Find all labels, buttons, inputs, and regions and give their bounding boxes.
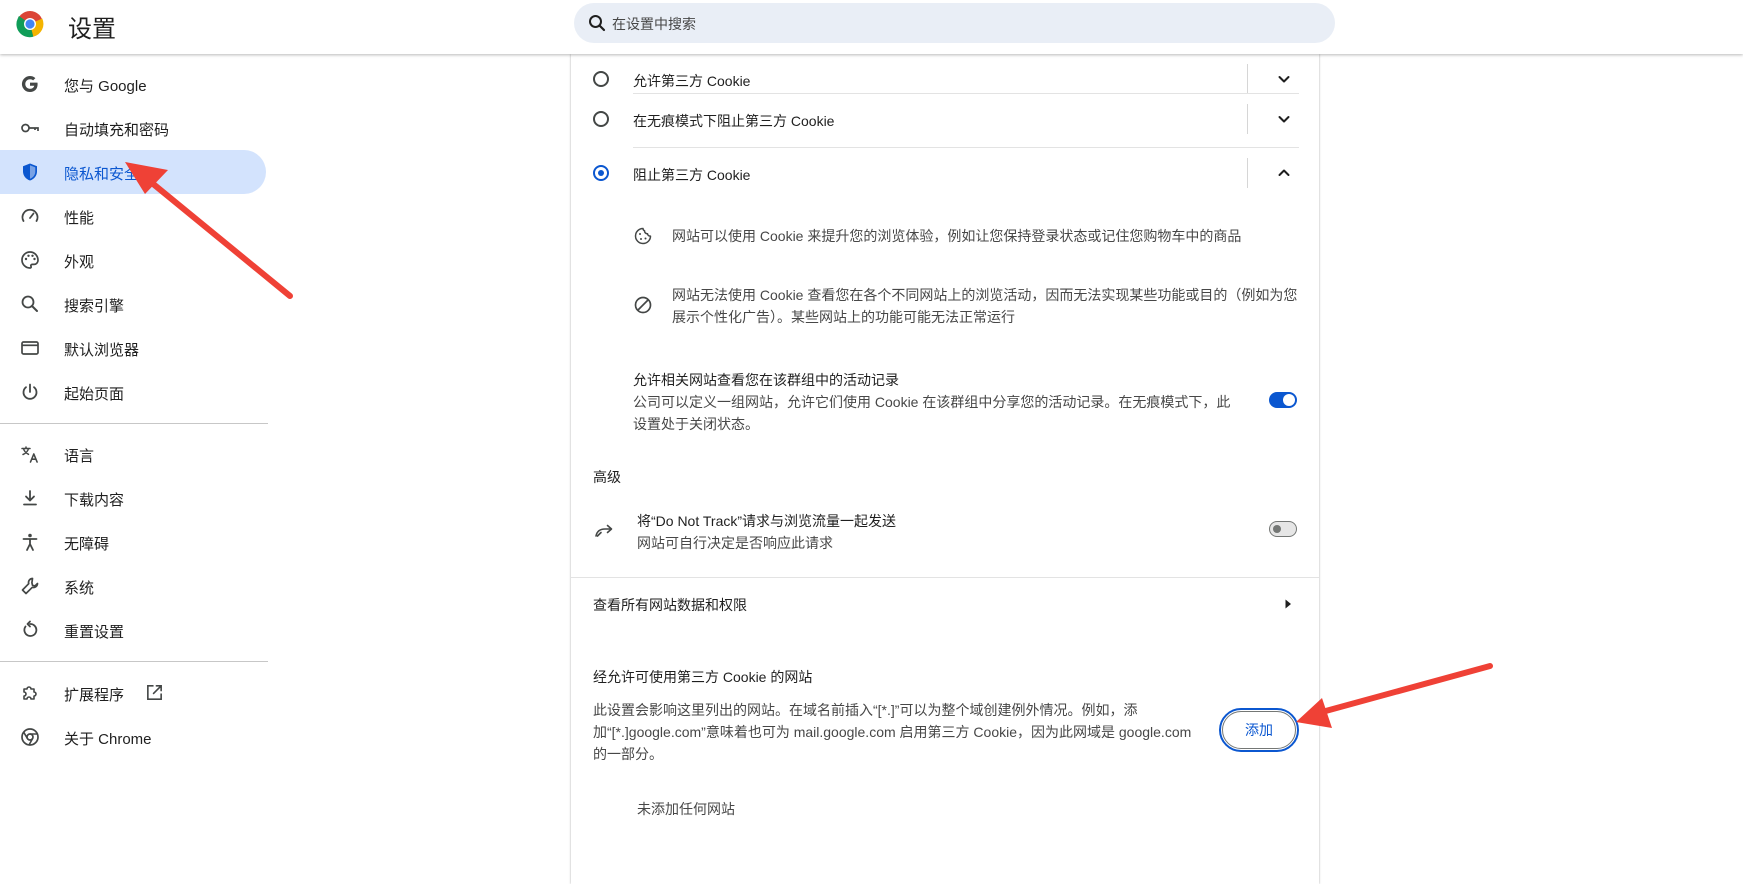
sidebar-item-you-and-google[interactable]: 您与 Google xyxy=(0,62,266,106)
google-g-icon xyxy=(21,75,38,93)
download-icon xyxy=(23,490,37,506)
chevron-up-icon[interactable] xyxy=(1277,166,1291,180)
cookies-settings-card: 允许第三方 Cookie 在无痕模式下阻止第三方 Cookie 阻止第三方 Co… xyxy=(571,54,1319,884)
sidebar-item-label: 性能 xyxy=(64,210,95,227)
open-in-new-icon xyxy=(147,685,162,700)
sidebar-item-on-startup[interactable]: 起始页面 xyxy=(0,370,266,414)
sidebar-item-label: 隐私和安全 xyxy=(64,166,140,183)
cookie-option-label: 阻止第三方 Cookie xyxy=(633,167,751,183)
search-icon xyxy=(21,295,38,312)
power-icon xyxy=(22,383,38,400)
shield-icon xyxy=(23,163,37,181)
dnt-toggle[interactable] xyxy=(1269,521,1297,537)
sidebar-item-downloads[interactable]: 下载内容 xyxy=(0,476,266,520)
divider xyxy=(1247,158,1248,188)
add-site-button[interactable]: 添加 xyxy=(1219,708,1299,752)
key-icon xyxy=(21,123,39,133)
arrow-right-icon xyxy=(1285,599,1291,609)
divider xyxy=(1247,64,1248,94)
search-icon xyxy=(589,15,606,32)
sidebar-item-about-chrome[interactable]: 关于 Chrome xyxy=(0,715,266,759)
sidebar-item-label: 语言 xyxy=(64,448,95,465)
sidebar-nav: 您与 Google 自动填充和密码 隐私和安全 性能 外观 搜索引擎 默认浏览器… xyxy=(0,54,268,884)
speedometer-icon xyxy=(21,208,39,222)
related-sites-toggle[interactable] xyxy=(1269,392,1297,408)
divider xyxy=(1247,104,1248,134)
sidebar-item-label: 关于 Chrome xyxy=(64,731,152,748)
radio-button-selected[interactable] xyxy=(593,165,609,181)
reset-icon xyxy=(23,620,38,637)
sidebar-divider xyxy=(0,423,268,424)
cookie-option-block-third-party[interactable]: 阻止第三方 Cookie xyxy=(571,148,1319,201)
sidebar-divider xyxy=(0,661,268,662)
settings-header: 设置 xyxy=(0,0,1743,54)
sidebar-item-label: 重置设置 xyxy=(64,624,125,641)
advanced-heading: 高级 xyxy=(593,469,621,485)
sidebar-item-label: 默认浏览器 xyxy=(64,342,140,359)
sidebar-item-label: 起始页面 xyxy=(64,386,125,403)
browser-window-icon xyxy=(21,341,39,355)
chevron-down-icon[interactable] xyxy=(1277,72,1291,86)
sidebar-item-autofill[interactable]: 自动填充和密码 xyxy=(0,106,266,150)
wrench-icon xyxy=(21,577,39,595)
sidebar-item-default-browser[interactable]: 默认浏览器 xyxy=(0,326,266,370)
search-input[interactable] xyxy=(610,3,1314,45)
sidebar-item-privacy[interactable]: 隐私和安全 xyxy=(0,150,266,194)
related-sites-description: 公司可以定义一组网站，允许它们使用 Cookie 在该群组中分享您的活动记录。在… xyxy=(633,394,1231,432)
radio-button[interactable] xyxy=(593,111,609,127)
cookie-icon xyxy=(634,227,652,245)
allowed-sites-heading: 经允许可使用第三方 Cookie 的网站 xyxy=(593,669,813,685)
page-title: 设置 xyxy=(68,16,116,43)
sidebar-item-label: 您与 Google xyxy=(64,78,147,95)
sidebar-item-label: 无障碍 xyxy=(64,536,110,553)
annotation-arrow-right xyxy=(1296,663,1493,728)
puzzle-icon xyxy=(23,686,37,700)
cookie-detail-text: 网站无法使用 Cookie 查看您在各个不同网站上的浏览活动，因而无法实现某些功… xyxy=(672,287,1298,325)
dnt-title: 将“Do Not Track”请求与浏览流量一起发送 xyxy=(637,513,897,529)
dnt-description: 网站可自行决定是否响应此请求 xyxy=(637,535,833,551)
search-box[interactable] xyxy=(574,3,1335,45)
cookie-detail-text: 网站可以使用 Cookie 来提升您的浏览体验，例如让您保持登录状态或记住您购物… xyxy=(672,228,1242,244)
cookie-option-label: 在无痕模式下阻止第三方 Cookie xyxy=(633,113,835,129)
sidebar-item-label: 外观 xyxy=(64,254,95,271)
sidebar-item-label: 下载内容 xyxy=(64,492,125,509)
sidebar-item-label: 搜索引擎 xyxy=(64,298,125,315)
site-data-link-label: 查看所有网站数据和权限 xyxy=(593,597,747,613)
cookie-option-label: 允许第三方 Cookie xyxy=(633,73,751,89)
allowed-sites-description: 此设置会影响这里列出的网站。在域名前插入“[*.]”可以为整个域创建例外情况。例… xyxy=(593,702,1192,762)
translate-icon xyxy=(21,446,38,463)
related-sites-title: 允许相关网站查看您在该群组中的活动记录 xyxy=(633,372,899,388)
site-data-permissions-link[interactable]: 查看所有网站数据和权限 xyxy=(571,578,1319,630)
sidebar-item-languages[interactable]: 语言 xyxy=(0,432,266,476)
sidebar-item-label: 系统 xyxy=(64,580,95,597)
sidebar-item-performance[interactable]: 性能 xyxy=(0,194,266,238)
cookie-option-block-incognito[interactable]: 在无痕模式下阻止第三方 Cookie xyxy=(571,94,1319,147)
sidebar-item-extensions[interactable]: 扩展程序 xyxy=(0,671,266,715)
block-icon xyxy=(634,296,652,314)
sidebar-item-search-engine[interactable]: 搜索引擎 xyxy=(0,282,266,326)
no-sites-message: 未添加任何网站 xyxy=(637,801,735,817)
sidebar-item-label: 扩展程序 xyxy=(64,687,125,704)
chrome-logo-icon xyxy=(16,11,44,38)
sidebar-item-system[interactable]: 系统 xyxy=(0,564,266,608)
radio-button[interactable] xyxy=(593,71,609,87)
chrome-outline-icon xyxy=(21,728,39,746)
palette-icon xyxy=(21,251,39,269)
chevron-down-icon[interactable] xyxy=(1277,112,1291,126)
sidebar-item-appearance[interactable]: 外观 xyxy=(0,238,266,282)
do-not-track-icon xyxy=(595,524,613,537)
sidebar-item-label: 自动填充和密码 xyxy=(64,122,170,139)
sidebar-item-reset[interactable]: 重置设置 xyxy=(0,608,266,652)
accessibility-icon xyxy=(22,533,38,551)
sidebar-item-accessibility[interactable]: 无障碍 xyxy=(0,520,266,564)
